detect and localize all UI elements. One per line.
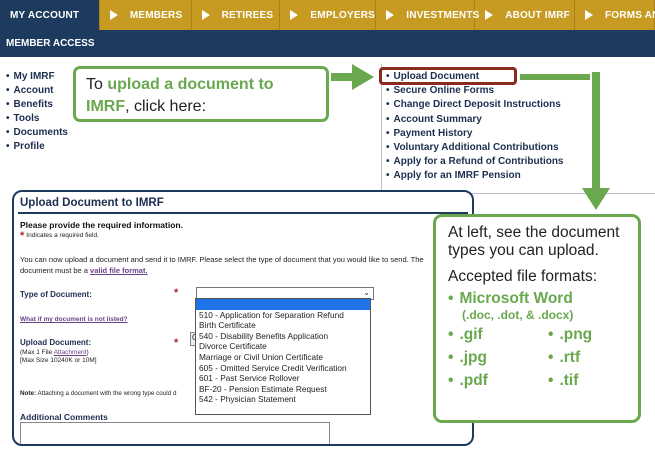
intro-text: You can now upload a document and send i… (20, 255, 424, 275)
max-file-note: (Max 1 File Attachment) (20, 349, 89, 356)
format-png: .png (548, 326, 638, 344)
format-gif: .gif (448, 326, 548, 344)
tab-forms[interactable]: FORMS AND (575, 0, 655, 30)
formats-title: Accepted file formats: (448, 268, 598, 285)
left-link-profile[interactable]: Profile (6, 140, 68, 154)
right-nav: Upload Document Secure Online Forms Chan… (386, 70, 564, 184)
formats-grid: .gif .png .jpg .rtf .pdf .tif (448, 326, 638, 390)
callout-highlight: IMRF (86, 98, 126, 115)
left-link-my-imrf[interactable]: My IMRF (6, 70, 68, 84)
tab-employers[interactable]: EMPLOYERS (280, 0, 377, 30)
max-file-prefix: (Max 1 File (20, 349, 54, 356)
top-nav: MY ACCOUNT MEMBERS RETIREES EMPLOYERS IN… (0, 0, 655, 30)
dropdown-option[interactable]: 542 - Physician Statement (196, 394, 370, 405)
tab-members[interactable]: MEMBERS (100, 0, 192, 30)
formats-intro: At left, see the document types you can … (448, 224, 620, 259)
panel-divider (18, 212, 468, 214)
format-jpg: .jpg (448, 349, 548, 367)
wrong-type-note: Note: Attaching a document with the wron… (20, 390, 176, 397)
subbar-title: MEMBER ACCESS (6, 38, 95, 49)
required-star-icon: * (174, 287, 179, 299)
tab-label: RETIREES (221, 9, 274, 21)
arrow-down-icon (582, 188, 610, 210)
attachment-link[interactable]: Attachment (54, 349, 87, 356)
callout-text: To (86, 76, 108, 93)
link-refund-contributions[interactable]: Apply for a Refund of Contributions (386, 155, 564, 169)
upload-label: Upload Document: (20, 338, 92, 347)
required-star-icon: * (174, 337, 179, 349)
triangle-right-icon (201, 10, 210, 20)
member-access-bar: MEMBER ACCESS (0, 30, 655, 57)
left-link-account[interactable]: Account (6, 84, 68, 98)
formats-callout: At left, see the document types you can … (433, 214, 641, 423)
callout-text: , click here: (125, 98, 207, 115)
format-word-extensions: (.doc, .dot, & .docx) (462, 308, 574, 322)
required-info: Please provide the required information. (20, 220, 183, 230)
document-type-dropdown[interactable]: 510 - Application for Separation Refund … (195, 298, 371, 415)
tab-label: INVESTMENTS (406, 9, 480, 21)
link-direct-deposit[interactable]: Change Direct Deposit Instructions (386, 98, 564, 112)
tab-label: MY ACCOUNT (10, 9, 80, 21)
note-label: Note: (20, 390, 37, 397)
tab-my-account[interactable]: MY ACCOUNT (0, 0, 100, 30)
callout-highlight: upload a document to (107, 76, 274, 93)
dropdown-option[interactable]: 510 - Application for Separation Refund (196, 310, 370, 321)
format-tif: .tif (548, 372, 638, 390)
tab-about-imrf[interactable]: ABOUT IMRF (475, 0, 575, 30)
dropdown-option[interactable]: 601 - Past Service Rollover (196, 373, 370, 384)
max-size-note: [Max Size 10240K or 10M] (20, 357, 97, 364)
required-star-icon: * (20, 230, 25, 242)
comments-label: Additional Comments (20, 412, 108, 422)
left-link-tools[interactable]: Tools (6, 112, 68, 126)
triangle-right-icon (290, 10, 299, 20)
max-file-suffix: ) (86, 349, 89, 356)
comments-textarea[interactable] (20, 422, 330, 444)
link-secure-online-forms[interactable]: Secure Online Forms (386, 84, 564, 98)
link-voluntary-contributions[interactable]: Voluntary Additional Contributions (386, 141, 564, 155)
triangle-right-icon (386, 10, 395, 20)
dropdown-option[interactable]: BF-20 - Pension Estimate Request (196, 384, 370, 395)
triangle-right-icon (109, 10, 118, 20)
panel-title: Upload Document to IMRF (20, 197, 164, 209)
tab-retirees[interactable]: RETIREES (192, 0, 281, 30)
required-note-text: Indicates a required field. (26, 232, 99, 239)
not-listed-link[interactable]: What if my document is not listed? (20, 316, 128, 323)
dropdown-option[interactable]: Divorce Certificate (196, 341, 370, 352)
triangle-right-icon (585, 10, 593, 20)
dropdown-option[interactable] (196, 299, 370, 310)
left-nav: My IMRF Account Benefits Tools Documents… (6, 70, 68, 154)
format-word: Microsoft Word (448, 290, 638, 308)
chevron-down-icon: ⌄ (363, 288, 370, 297)
dropdown-option[interactable]: 540 - Disability Benefits Application (196, 331, 370, 342)
left-link-documents[interactable]: Documents (6, 126, 68, 140)
link-payment-history[interactable]: Payment History (386, 127, 564, 141)
left-link-benefits[interactable]: Benefits (6, 98, 68, 112)
triangle-right-icon (485, 10, 494, 20)
tab-label: MEMBERS (129, 9, 183, 21)
dropdown-option[interactable]: Birth Certificate (196, 320, 370, 331)
document-type-label: Type of Document: (20, 290, 92, 299)
valid-format-link[interactable]: valid file format. (90, 266, 148, 275)
link-account-summary[interactable]: Account Summary (386, 113, 564, 127)
required-note: * Indicates a required field. (20, 230, 99, 242)
tab-label: ABOUT IMRF (505, 9, 570, 21)
tab-label: FORMS AND (605, 9, 655, 21)
upload-highlight-box (379, 67, 517, 85)
arrow-right-icon (352, 64, 374, 90)
format-rtf: .rtf (548, 349, 638, 367)
format-pdf: .pdf (448, 372, 548, 390)
dropdown-option[interactable]: Marriage or Civil Union Certificate (196, 352, 370, 363)
callout-arrow-vertical (590, 72, 602, 190)
dropdown-option[interactable]: 605 - Omitted Service Credit Verificatio… (196, 363, 370, 374)
upload-callout: To upload a document to IMRF, click here… (73, 66, 329, 122)
tab-investments[interactable]: INVESTMENTS (376, 0, 479, 30)
panel-intro: You can now upload a document and send i… (20, 254, 430, 276)
link-imrf-pension[interactable]: Apply for an IMRF Pension (386, 169, 564, 183)
tab-label: EMPLOYERS (310, 9, 376, 21)
note-text: Attaching a document with the wrong type… (36, 390, 177, 397)
